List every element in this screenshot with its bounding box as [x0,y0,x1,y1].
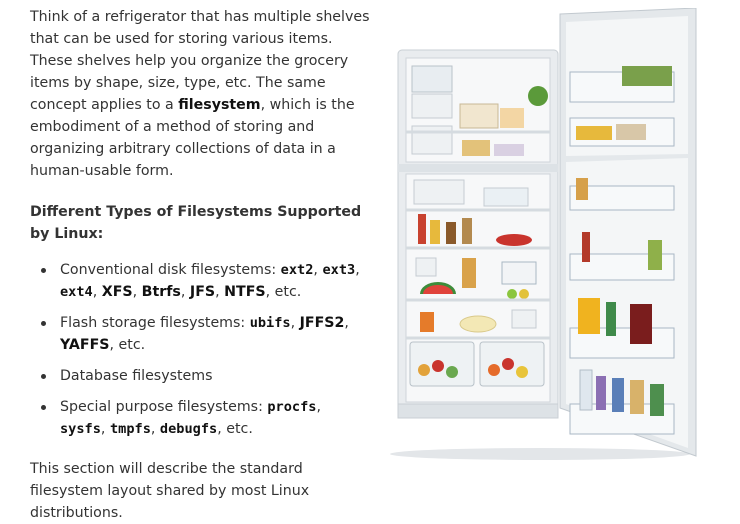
bottle [606,302,616,336]
dairy-compartment [413,179,465,205]
compartment-divider [398,164,558,172]
fs-name: ubifs [249,315,291,331]
fruit [516,366,528,378]
fs-name: Btrfs [141,284,181,300]
fs-name: debugfs [159,421,218,437]
fruit [488,364,500,376]
list-item-conventional: Conventional disk filesystems: ext2, ext… [30,259,370,303]
jar [446,222,456,244]
list-item-flash: Flash storage filesystems: ubifs, JFFS2,… [30,312,370,356]
filesystem-list: Conventional disk filesystems: ext2, ext… [30,259,370,440]
food-package [616,124,646,140]
jar [462,258,476,288]
list-item-database: Database filesystems [30,365,370,387]
bottle [579,369,593,411]
bottle [630,380,644,414]
fs-name: XFS [101,284,133,300]
food-package [500,108,524,128]
food-package [622,66,672,86]
article-text: Think of a refrigerator that has multipl… [30,6,370,524]
bottle [418,214,426,244]
food-package [459,103,499,129]
fruit [432,360,444,372]
bowl-of-fruit [496,234,532,246]
item-label: Flash storage filesystems: [60,315,250,331]
fs-name: JFFS2 [299,315,345,331]
fs-name: ext4 [60,284,93,300]
fridge-base [397,403,559,419]
fs-name: JFS [189,284,216,300]
intro-paragraph: Think of a refrigerator that has multipl… [30,6,370,182]
list-item-special: Special purpose filesystems: procfs, sys… [30,396,370,440]
fruit [446,366,458,378]
egg-tray [483,187,529,207]
fs-name: NTFS [224,284,266,300]
item-suffix: etc. [114,337,146,353]
freezer-bin [411,125,453,155]
item-suffix: etc. [221,421,253,437]
jar [430,220,440,244]
apple [507,289,517,299]
freezer-bin [411,93,453,119]
bottle [582,232,590,262]
container [501,261,537,285]
ice-tray [411,65,453,93]
outro-paragraph: This section will describe the standard … [30,461,310,521]
refrigerator-illustration [390,8,697,460]
intro-keyword: filesystem [178,97,261,113]
bottle [650,384,664,416]
jar [576,178,588,200]
food-package [494,144,524,156]
container [415,257,437,277]
container [511,309,537,329]
bottle [596,376,606,410]
item-label: Database filesystems [60,368,213,384]
bottle [612,378,624,412]
food-package [576,126,612,140]
jar [462,218,472,244]
floor-shadow [390,448,690,460]
fruit [418,364,430,376]
apple [519,289,529,299]
fs-name: sysfs [60,421,101,437]
section-heading: Different Types of Filesystems Supported… [30,204,362,242]
bottle [648,240,662,270]
juice-carton [578,298,600,334]
fruit [502,358,514,370]
fs-name: ext3 [322,262,356,278]
lettuce [528,86,548,106]
container [420,312,434,332]
salad-bowl [459,315,497,333]
item-label: Conventional disk filesystems: [60,262,281,278]
wine-bottle [630,304,652,344]
item-suffix: etc. [270,284,302,300]
fs-name: tmpfs [109,421,151,437]
fs-name: procfs [267,399,317,415]
food-package [462,140,490,156]
fs-name: YAFFS [60,337,110,353]
item-label: Special purpose filesystems: [60,399,268,415]
fs-name: ext2 [280,262,314,278]
